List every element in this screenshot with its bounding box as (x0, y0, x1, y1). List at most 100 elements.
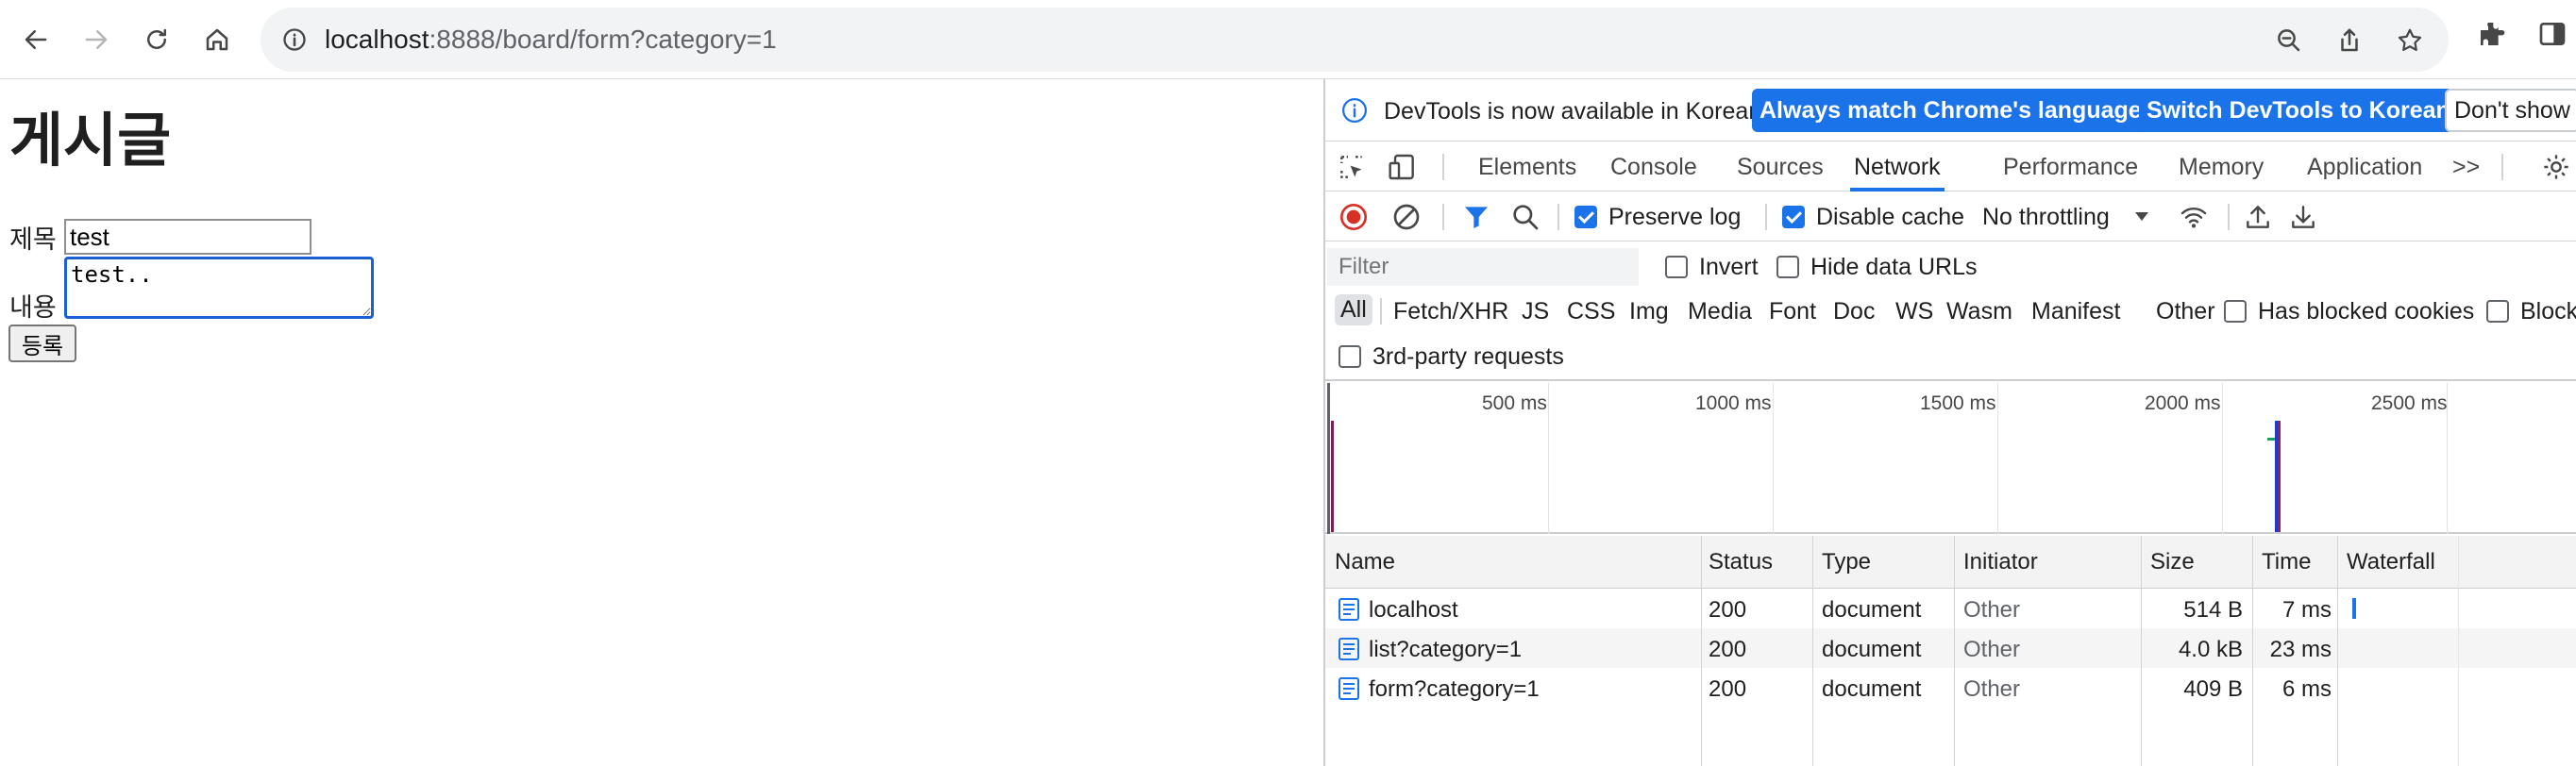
throttling-select[interactable]: No throttling (1982, 204, 2110, 231)
url-host: localhost (325, 25, 429, 54)
infobar-message: DevTools is now available in Korean! (1384, 98, 1769, 125)
tab-performance[interactable]: Performance (2003, 142, 2138, 192)
blocked-requests-checkbox[interactable] (2486, 300, 2509, 323)
submit-button[interactable]: 등록 (8, 325, 76, 362)
col-type[interactable]: Type (1822, 549, 1871, 575)
type-other[interactable]: Other (2156, 298, 2215, 325)
tab-network[interactable]: Network (1850, 142, 1945, 192)
share-icon (2341, 28, 2358, 52)
browser-toolbar: localhost:8888/board/form?category=1 (0, 0, 2576, 79)
type-ws[interactable]: WS (1895, 298, 1933, 325)
network-overview[interactable]: 500 ms 1000 ms 1500 ms 2000 ms 2500 ms (1325, 383, 2576, 534)
address-bar[interactable]: localhost:8888/board/form?category=1 (261, 8, 2449, 72)
home-button[interactable] (196, 19, 238, 60)
col-time[interactable]: Time (2262, 549, 2311, 575)
column-divider (1954, 536, 1955, 766)
search-button[interactable] (1510, 202, 1541, 232)
device-icon (1389, 154, 1414, 180)
preserve-log-label: Preserve log (1608, 204, 1742, 230)
page-content: 게시글 제목 내용 test.. 등록 (0, 79, 1323, 766)
col-name[interactable]: Name (1335, 549, 1395, 575)
tab-elements[interactable]: Elements (1478, 142, 1576, 192)
device-toolbar-button[interactable] (1388, 152, 1418, 182)
funnel-icon (1465, 207, 1488, 228)
tab-sources[interactable]: Sources (1737, 142, 1824, 192)
site-info-icon[interactable] (281, 26, 308, 53)
tick-1500ms: 1500 ms (1920, 392, 1996, 414)
col-initiator[interactable]: Initiator (1963, 549, 2038, 575)
col-waterfall[interactable]: Waterfall (2347, 549, 2435, 575)
has-blocked-cookies-checkbox[interactable] (2224, 300, 2247, 323)
hide-data-urls-checkbox[interactable] (1776, 256, 1799, 278)
disable-cache-checkbox[interactable] (1782, 206, 1805, 228)
content-textarea[interactable]: test.. (64, 257, 374, 319)
row-size: 409 B (2183, 676, 2243, 702)
chevron-down-icon (2135, 212, 2148, 221)
table-row[interactable]: list?category=1 200 document Other 4.0 k… (1325, 628, 2576, 668)
row-time: 6 ms (2281, 676, 2332, 702)
more-tabs-button[interactable]: >> (2452, 142, 2480, 192)
reload-button[interactable] (136, 19, 177, 60)
extensions-button[interactable] (2477, 19, 2507, 49)
gear-icon (2544, 155, 2568, 179)
row-initiator: Other (1963, 676, 2021, 702)
type-wasm[interactable]: Wasm (1946, 298, 2012, 325)
side-panel-button[interactable] (2537, 19, 2568, 49)
tab-application[interactable]: Application (2307, 142, 2422, 192)
dont-show-button[interactable]: Don't show (2445, 89, 2576, 132)
share-button[interactable] (2335, 26, 2364, 55)
type-font[interactable]: Font (1769, 298, 1816, 325)
row-size: 514 B (2183, 597, 2243, 623)
invert-checkbox[interactable] (1665, 256, 1688, 278)
network-controls: Preserve log Disable cache No throttling (1325, 192, 2576, 241)
tab-memory[interactable]: Memory (2179, 142, 2264, 192)
network-conditions-button[interactable] (2179, 202, 2209, 232)
row-time: 23 ms (2269, 637, 2332, 662)
import-har-button[interactable] (2243, 202, 2273, 232)
type-all[interactable]: All (1335, 294, 1372, 325)
filter-toggle-button[interactable] (1461, 202, 1491, 232)
type-manifest[interactable]: Manifest (2031, 298, 2120, 325)
document-icon (1339, 598, 1359, 621)
type-css[interactable]: CSS (1567, 298, 1615, 325)
record-button[interactable] (1339, 202, 1369, 232)
inspect-element-button[interactable] (1337, 152, 1367, 182)
tick-500ms: 500 ms (1482, 392, 1547, 414)
type-js[interactable]: JS (1522, 298, 1549, 325)
forward-button[interactable] (76, 19, 117, 60)
type-img[interactable]: Img (1629, 298, 1669, 325)
third-party-row: 3rd-party requests (1325, 334, 2576, 381)
type-fetch-xhr[interactable]: Fetch/XHR (1393, 298, 1508, 325)
switch-to-korean-button[interactable]: Switch DevTools to Korean (2139, 89, 2458, 132)
row-initiator: Other (1963, 597, 2021, 623)
col-status[interactable]: Status (1709, 549, 1773, 575)
settings-button[interactable] (2541, 152, 2571, 182)
invert-label: Invert (1699, 254, 1759, 280)
side-panel-icon (2539, 23, 2566, 45)
ctrl-separator (1765, 204, 1767, 230)
requests-table: Name Status Type Initiator Size Time Wat… (1325, 536, 2576, 766)
bookmark-button[interactable] (2396, 26, 2424, 55)
col-size[interactable]: Size (2150, 549, 2195, 575)
tab-console[interactable]: Console (1610, 142, 1697, 192)
type-doc[interactable]: Doc (1833, 298, 1875, 325)
filter-row: Invert Hide data URLs (1325, 242, 2576, 291)
row-status: 200 (1709, 637, 1747, 662)
table-row[interactable]: localhost 200 document Other 514 B 7 ms (1325, 589, 2576, 628)
preserve-log-checkbox[interactable] (1574, 206, 1597, 228)
clear-icon (1393, 204, 1420, 230)
table-row[interactable]: form?category=1 200 document Other 409 B… (1325, 668, 2576, 708)
title-input[interactable] (64, 219, 311, 255)
zoom-button[interactable] (2275, 26, 2303, 55)
type-media[interactable]: Media (1688, 298, 1752, 325)
filter-input[interactable] (1327, 248, 1639, 286)
back-button[interactable] (15, 19, 57, 60)
clear-button[interactable] (1391, 202, 1422, 232)
export-har-button[interactable] (2288, 202, 2318, 232)
tick-1000ms: 1000 ms (1695, 392, 1772, 414)
third-party-checkbox[interactable] (1339, 345, 1361, 368)
reload-icon (147, 28, 166, 49)
home-icon (206, 28, 228, 51)
wifi-settings-icon (2180, 207, 2207, 228)
always-match-language-button[interactable]: Always match Chrome's language (1752, 89, 2149, 132)
